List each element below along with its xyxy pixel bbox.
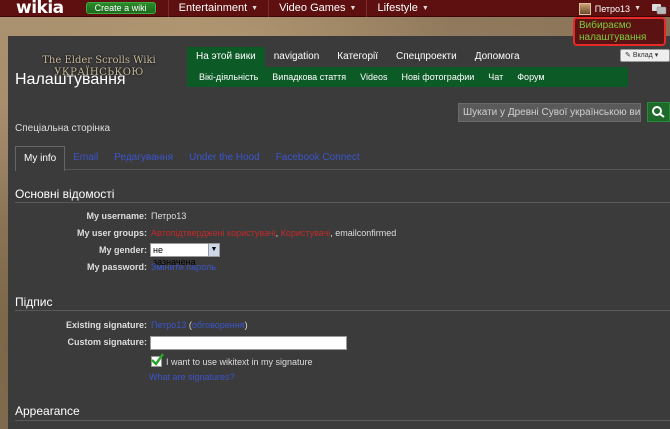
wiki-navigation: На этой вики navigation Категорії Спецпр… — [187, 47, 628, 87]
wiki-tab-special[interactable]: Спецпроекти — [387, 47, 466, 67]
search-icon — [652, 106, 665, 118]
hub-nav: Entertainment ▼ Video Games ▼ Lifestyle … — [167, 0, 439, 17]
user-menu-popup: Вибираємо налаштування — [573, 17, 666, 46]
gender-select-value: не зазначена — [153, 245, 196, 267]
chevron-down-icon: ▼ — [421, 4, 429, 12]
chevron-down-icon: ▼ — [349, 4, 357, 12]
notifications-icon[interactable] — [651, 2, 667, 16]
subtab-forum[interactable]: Форум — [510, 67, 551, 87]
edit-icon: ✎ — [625, 52, 631, 59]
gender-label: My gender: — [98, 245, 147, 255]
wiki-tab-navigation[interactable]: navigation — [265, 47, 329, 67]
tab-facebook-connect[interactable]: Facebook Connect — [268, 146, 368, 169]
username-label: My username: — [86, 211, 147, 221]
existing-signature-value: Петро13 (обговорення) — [151, 320, 248, 330]
tab-under-the-hood[interactable]: Under the Hood — [181, 146, 268, 169]
signature-heading: Підпис — [15, 295, 53, 309]
groups-label: My user groups: — [76, 228, 147, 238]
contribute-label: Вклад — [632, 52, 653, 59]
signature-talk-link[interactable]: обговорення — [192, 320, 245, 330]
groups-value: Автопідтверджені користувачі, Користувач… — [151, 228, 396, 238]
page-subtitle: Спеціальна сторінка — [15, 123, 111, 134]
username-value: Петро13 — [151, 211, 187, 221]
divider — [15, 420, 670, 421]
global-navigation: wikia Create a wiki Entertainment ▼ Vide… — [0, 0, 670, 17]
tab-my-info[interactable]: My info — [15, 146, 66, 171]
custom-signature-input[interactable] — [150, 336, 347, 350]
user-menu-item-1[interactable]: налаштування — [579, 32, 660, 44]
chevron-down-icon[interactable]: ▼ — [634, 5, 641, 12]
subtab-new-photos[interactable]: Нові фотографии — [395, 67, 482, 87]
contribute-button[interactable]: ✎ Вклад ▾ — [620, 49, 670, 62]
checkmark-icon — [151, 353, 164, 366]
wiki-nav-tabs: На этой вики navigation Категорії Спецпр… — [187, 47, 628, 67]
hub-entertainment[interactable]: Entertainment ▼ — [167, 0, 268, 17]
gender-select[interactable]: не зазначена ▼ — [150, 243, 220, 267]
hub-video-games[interactable]: Video Games ▼ — [268, 0, 366, 17]
create-wiki-button[interactable]: Create a wiki — [85, 2, 156, 14]
custom-signature-label: Custom signature: — [67, 337, 147, 347]
page-title: Налаштування — [15, 71, 126, 88]
hub-lifestyle-label: Lifestyle — [377, 1, 418, 14]
change-password-link[interactable]: Змінити пароль — [151, 262, 216, 272]
groups-emailconfirmed: , emailconfirmed — [330, 228, 397, 238]
tab-email[interactable]: Email — [65, 146, 106, 169]
existing-signature-label: Existing signature: — [65, 320, 147, 330]
search-input[interactable]: Шукати у Древні Сувої українською ви — [458, 103, 641, 122]
group-link-autoconfirmed[interactable]: Автопідтверджені користувачі — [151, 228, 276, 238]
password-label: My password: — [86, 262, 147, 272]
preferences-tabs: My info Email Редагування Under the Hood… — [15, 146, 670, 171]
wiki-nav-subtabs: Вікі-діяльність Випадкова стаття Videos … — [187, 67, 628, 87]
wordmark-line1: The Elder Scrolls Wiki — [42, 55, 156, 66]
wiki-tab-categories[interactable]: Категорії — [328, 47, 387, 67]
tab-editing[interactable]: Редагування — [106, 146, 181, 169]
hub-entertainment-label: Entertainment — [178, 1, 248, 14]
signature-help-link[interactable]: What are signatures? — [149, 372, 235, 382]
group-link-users[interactable]: Користувачі — [281, 228, 331, 238]
user-area: Петро13 ▼ — [578, 0, 670, 17]
search-button[interactable] — [647, 102, 670, 122]
wikia-logo[interactable]: wikia — [16, 0, 64, 17]
user-menu-item-0[interactable]: Вибираємо — [579, 20, 660, 32]
appearance-heading: Appearance — [15, 404, 80, 418]
username-link[interactable]: Петро13 — [595, 4, 630, 14]
chevron-down-icon: ▼ — [251, 4, 259, 12]
chevron-down-icon: ▾ — [654, 52, 659, 59]
subtab-random-page[interactable]: Випадкова стаття — [265, 67, 353, 87]
subtab-videos[interactable]: Videos — [353, 67, 394, 87]
subtab-chat[interactable]: Чат — [481, 67, 510, 87]
wikitext-label: I want to use wikitext in my signature — [166, 357, 313, 367]
hub-lifestyle[interactable]: Lifestyle ▼ — [366, 0, 438, 17]
subtab-wiki-activity[interactable]: Вікі-діяльність — [192, 67, 265, 87]
signature-paren-close: ) — [244, 320, 248, 330]
divider — [15, 310, 670, 311]
hub-video-games-label: Video Games — [279, 1, 346, 14]
main-panel: The Elder Scrolls Wiki УКРАЇНСЬКОЮ На эт… — [8, 36, 670, 429]
avatar[interactable] — [578, 2, 591, 15]
signature-user-link[interactable]: Петро13 — [151, 320, 186, 330]
wiki-tab-help[interactable]: Допомога — [466, 47, 529, 67]
basic-info-heading: Основні відомості — [15, 187, 115, 201]
wiki-tab-on-this-wiki[interactable]: На этой вики — [187, 47, 265, 67]
wikitext-checkbox[interactable] — [151, 353, 164, 367]
divider — [15, 202, 670, 203]
chevron-down-icon: ▼ — [208, 244, 219, 256]
